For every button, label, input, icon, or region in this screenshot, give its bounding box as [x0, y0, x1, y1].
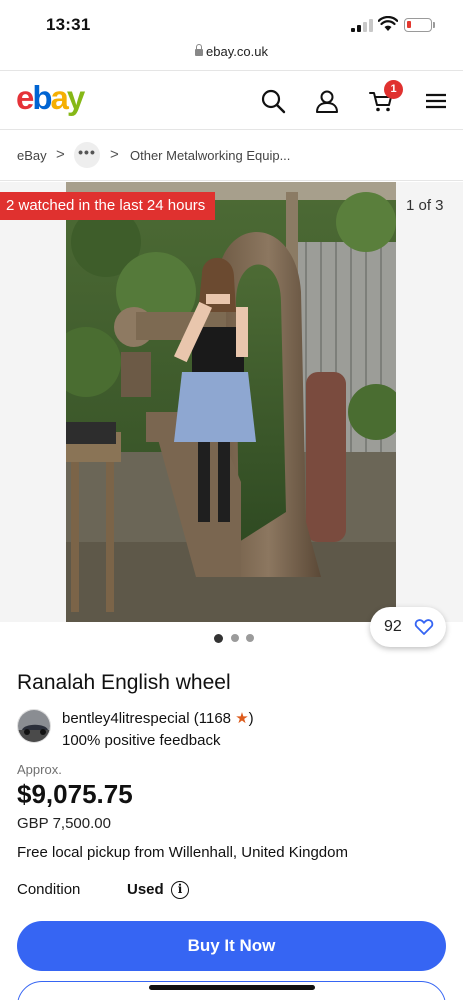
seller-avatar[interactable] [17, 709, 51, 743]
listing-title: Ranalah English wheel [17, 671, 231, 694]
image-counter: 1 of 3 [406, 197, 444, 214]
approx-label: Approx. [17, 762, 62, 777]
signal-icon [351, 19, 373, 32]
menu-icon[interactable] [423, 88, 449, 114]
site-header: ebay [0, 70, 463, 130]
status-bar: 13:31 [0, 0, 463, 44]
url-text: ebay.co.uk [206, 44, 268, 59]
buy-it-now-button[interactable]: Buy It Now [17, 921, 446, 971]
image-gallery[interactable]: 2 watched in the last 24 hours 1 of 3 [0, 182, 463, 622]
condition-label: Condition [17, 881, 81, 898]
seller-feedback: 100% positive feedback [62, 732, 221, 749]
shipping-info: Free local pickup from Willenhall, Unite… [17, 844, 348, 861]
breadcrumb: eBay > ••• > Other Metalworking Equip... [0, 131, 463, 181]
url-bar[interactable]: ebay.co.uk [0, 44, 463, 70]
info-icon[interactable]: i [171, 881, 189, 899]
home-indicator [149, 985, 315, 990]
chevron-right-icon: > [56, 146, 65, 163]
price: $9,075.75 [17, 779, 133, 809]
breadcrumb-category[interactable]: Other Metalworking Equip... [130, 148, 290, 163]
user-icon[interactable] [314, 88, 340, 114]
cart-count-badge: 1 [384, 80, 403, 99]
watch-button[interactable]: 92 [370, 607, 446, 647]
chevron-right-icon: > [110, 146, 119, 163]
status-time: 13:31 [46, 15, 91, 34]
pagination-dot[interactable] [246, 634, 254, 642]
watched-banner: 2 watched in the last 24 hours [0, 192, 216, 220]
breadcrumb-home[interactable]: eBay [17, 148, 47, 163]
seller-name[interactable]: bentley4litrespecial (1168 ★) [62, 709, 254, 727]
product-photo[interactable] [66, 182, 396, 622]
battery-icon [404, 18, 432, 32]
price-gbp: GBP 7,500.00 [17, 815, 111, 832]
condition-value: Used [127, 881, 164, 898]
pagination-dot[interactable] [231, 634, 239, 642]
star-icon: ★ [235, 710, 249, 727]
pagination-dot[interactable] [214, 633, 223, 643]
watch-count: 92 [384, 618, 402, 635]
breadcrumb-more-button[interactable]: ••• [74, 142, 100, 168]
lock-icon [195, 44, 204, 56]
secondary-action-button[interactable] [17, 981, 446, 1000]
heart-icon [414, 619, 434, 635]
ebay-logo[interactable]: ebay [16, 79, 85, 117]
wifi-icon [378, 16, 398, 31]
search-icon[interactable] [260, 88, 286, 114]
